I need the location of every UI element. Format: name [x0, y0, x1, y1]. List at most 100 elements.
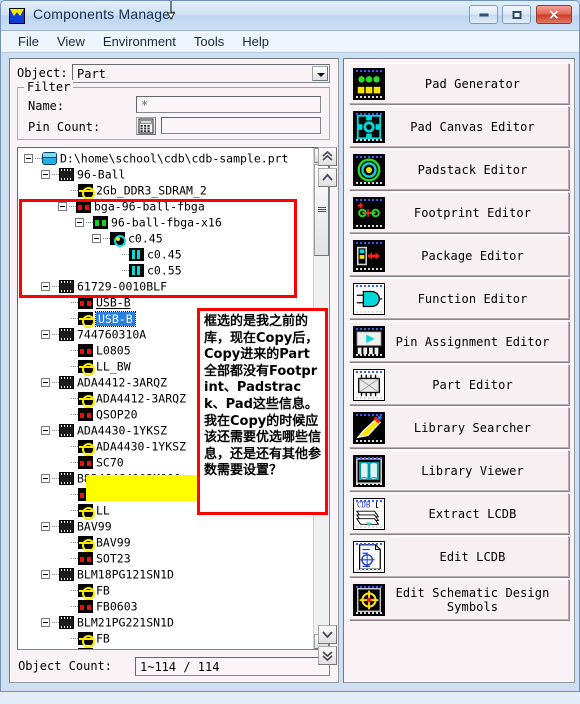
tree-row[interactable]: 61729-0010BLF [18, 278, 313, 294]
menu-item-environment[interactable]: Environment [94, 32, 185, 51]
symbol-icon [78, 584, 95, 600]
tree-item-label[interactable]: c0.45 [147, 248, 182, 262]
tree-expander-collapse-icon[interactable] [92, 234, 101, 243]
pin-count-picker-button[interactable] [136, 117, 156, 135]
tree-item-label[interactable]: FB [96, 584, 110, 598]
filter-legend: Filter [24, 80, 74, 94]
tree-item-label[interactable]: ADA4412-3ARQZ [77, 376, 167, 390]
menu-item-tools[interactable]: Tools [185, 32, 233, 51]
package-editor-icon [353, 239, 385, 272]
tree-expander-collapse-icon[interactable] [24, 154, 33, 163]
menu-item-help[interactable]: Help [233, 32, 278, 51]
tool-button-edit-schematic-design-symbols[interactable]: Edit Schematic Design Symbols [349, 579, 569, 620]
tool-button-padstack-editor[interactable]: Padstack Editor [349, 149, 569, 190]
tree-expander-collapse-icon[interactable] [41, 474, 50, 483]
tree-item-label[interactable]: D:\home\school\cdb\cdb-sample.prt [60, 152, 288, 166]
tree-item-label[interactable]: ADA4430-1YKSZ [96, 440, 186, 454]
tool-button-footprint-editor[interactable]: Footprint Editor [349, 192, 569, 233]
tree-item-label[interactable]: BLM21PG221SN1D [77, 616, 174, 630]
tree-expander-collapse-icon[interactable] [41, 330, 50, 339]
chip-icon [59, 280, 74, 293]
tree-item-label[interactable]: LL_BW [96, 360, 131, 374]
tree-item-label[interactable]: ADA4430-1YKSZ [77, 424, 167, 438]
tree-item-label[interactable]: USB-B [96, 296, 131, 310]
tree-guide-line [52, 430, 59, 431]
tree-row[interactable]: 96-ball-fbga-x16 [18, 214, 313, 230]
menu-item-view[interactable]: View [48, 32, 94, 51]
tree-row[interactable]: FB [18, 630, 313, 648]
object-type-select[interactable]: Part [72, 64, 330, 83]
tool-button-pin-assignment-editor[interactable]: Pin Assignment Editor [349, 321, 569, 362]
close-button[interactable]: ✕ [536, 5, 572, 24]
tree-row[interactable]: SOT23 [18, 550, 313, 566]
tool-button-pad-generator[interactable]: Pad Generator [349, 63, 569, 104]
tree-row[interactable]: BAV99 [18, 518, 313, 534]
tree-item-label[interactable]: BLM18PG121SN1D [77, 568, 174, 582]
tree-item-label[interactable]: SOT23 [96, 552, 131, 566]
tree-item-label[interactable]: FB0603 [96, 600, 138, 614]
tree-item-label[interactable]: LL [96, 504, 110, 518]
tree-item-label[interactable]: FB [96, 632, 110, 646]
minimize-button[interactable] [469, 5, 498, 24]
scroll-down-button[interactable] [318, 625, 337, 644]
tree-row[interactable]: BAV99 [18, 534, 313, 552]
tree-row[interactable]: FB [18, 582, 313, 600]
tree-expander-collapse-icon[interactable] [41, 426, 50, 435]
tree-item-label[interactable]: L0805 [96, 344, 131, 358]
tool-button-library-searcher[interactable]: Library Searcher [349, 407, 569, 448]
scroll-up-button[interactable] [318, 168, 337, 187]
tree-expander-collapse-icon[interactable] [41, 282, 50, 291]
tree-expander-collapse-icon[interactable] [41, 522, 50, 531]
tree-row[interactable]: c0.45 [18, 246, 313, 262]
tree-row[interactable]: c0.55 [18, 262, 313, 278]
tree-item-label[interactable]: QSOP20 [96, 408, 138, 422]
tree-row[interactable]: 2Gb_DDR3_SDRAM_2 [18, 182, 313, 200]
tree-row[interactable]: bga-96-ball-fbga [18, 198, 313, 214]
tree-expander-collapse-icon[interactable] [41, 170, 50, 179]
tree-item-label[interactable]: 96-Ball [77, 168, 125, 182]
tree-row[interactable]: BLM18PG121SN1D [18, 566, 313, 582]
tree-row[interactable]: 96-Ball [18, 166, 313, 182]
maximize-button[interactable] [502, 5, 531, 24]
tree-expander-collapse-icon[interactable] [75, 218, 84, 227]
object-label: Object: [17, 66, 68, 80]
tree-item-label[interactable]: c0.45 [128, 232, 163, 246]
tree-item-label[interactable]: c0.55 [147, 264, 182, 278]
tool-button-edit-lcdb[interactable]: Edit LCDB [349, 536, 569, 577]
name-filter-input[interactable]: * [136, 96, 321, 113]
menu-item-file[interactable]: File [9, 32, 48, 51]
tool-button-package-editor[interactable]: Package Editor [349, 235, 569, 276]
tool-button-extract-lcdb[interactable]: CDB Extract LCDB [349, 493, 569, 534]
chevron-down-icon[interactable] [312, 66, 328, 81]
tree-item-label[interactable]: 96-ball-fbga-x16 [111, 216, 222, 230]
tree-item-label[interactable]: BAV99 [96, 536, 131, 550]
tree-item-label[interactable]: SC70 [96, 456, 124, 470]
tree-row[interactable]: FB0805 [18, 646, 313, 649]
tool-button-pad-canvas-editor[interactable]: Pad Canvas Editor [349, 106, 569, 147]
tree-row[interactable]: D:\home\school\cdb\cdb-sample.prt [18, 150, 313, 166]
tool-button-function-editor[interactable]: Function Editor [349, 278, 569, 319]
tree-item-label[interactable]: 744760310A [77, 328, 146, 342]
scroll-top-button[interactable] [318, 147, 337, 166]
tree-item-label[interactable]: bga-96-ball-fbga [94, 200, 205, 214]
tree-item-label[interactable]: BAV99 [77, 520, 112, 534]
tree-item-label[interactable]: USB-B [95, 310, 136, 327]
tree-item-label[interactable]: 2Gb_DDR3_SDRAM_2 [96, 184, 207, 198]
pin-count-input[interactable] [161, 117, 321, 134]
tree-row[interactable]: c0.45 [18, 230, 313, 247]
tool-button-library-viewer[interactable]: Library Viewer [349, 450, 569, 491]
tree-row[interactable]: BLM21PG221SN1D [18, 614, 313, 630]
tree-item-label[interactable]: ADA4412-3ARQZ [96, 392, 186, 406]
tree-row[interactable]: FB0603 [18, 598, 313, 614]
tree-expander-collapse-icon[interactable] [41, 378, 50, 387]
tree-expander-collapse-icon[interactable] [58, 202, 67, 211]
client-area: Object: Part Filter Name: * Pin Count: D… [1, 54, 579, 691]
tree-expander-collapse-icon[interactable] [41, 618, 50, 627]
scroll-bottom-button[interactable] [318, 646, 337, 665]
tree-expander-collapse-icon[interactable] [41, 570, 50, 579]
tree-item-label[interactable]: 61729-0010BLF [77, 280, 167, 294]
tree-item-label[interactable]: FB0805 [96, 648, 138, 650]
tool-button-part-editor[interactable]: Part Editor [349, 364, 569, 405]
